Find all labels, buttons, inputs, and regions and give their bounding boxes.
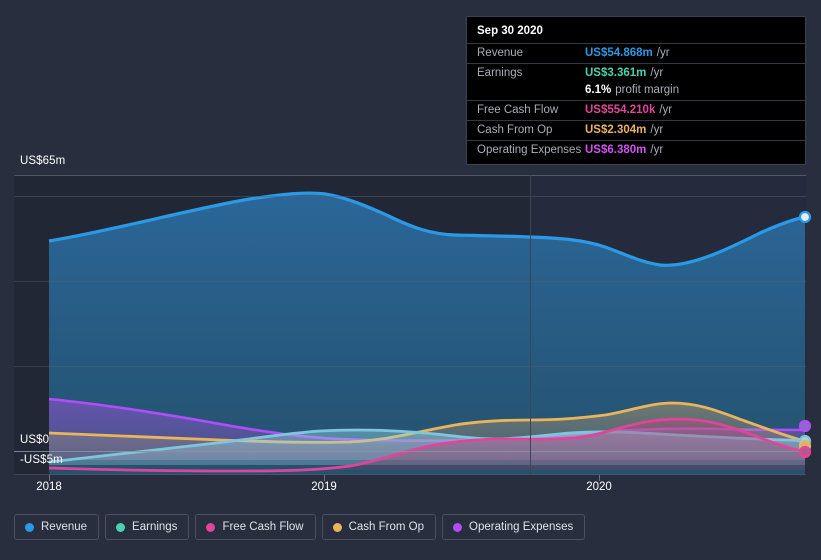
tooltip-row-cash-from-op: Cash From Op US$2.304m /yr	[467, 120, 805, 140]
tooltip-label-revenue: Revenue	[477, 47, 524, 59]
tooltip-value-revenue: US$54.868m	[585, 47, 653, 59]
tooltip-value-cash-from-op: US$2.304m	[585, 124, 647, 136]
tooltip-row-free-cash-flow: Free Cash Flow US$554.210k /yr	[467, 100, 805, 120]
legend-label-revenue: Revenue	[41, 521, 88, 533]
tooltip-label-cash-from-op: Cash From Op	[477, 124, 553, 136]
legend-dot-free-cash-flow-icon	[206, 522, 216, 532]
legend-item-free-cash-flow[interactable]: Free Cash Flow	[195, 514, 316, 540]
legend-item-cash-from-op[interactable]: Cash From Op	[321, 514, 437, 540]
legend-label-cash-from-op: Cash From Op	[348, 521, 425, 533]
tooltip-value-profit-margin: 6.1%	[585, 84, 612, 96]
tooltip-date: Sep 30 2020	[477, 25, 543, 37]
legend-item-revenue[interactable]: Revenue	[14, 514, 100, 540]
tooltip-unit-operating-expenses: /yr	[650, 144, 664, 156]
tooltip-unit-revenue: /yr	[656, 47, 670, 59]
y-axis-label-top: US$65m	[20, 155, 66, 167]
legend-label-operating-expenses: Operating Expenses	[469, 521, 574, 533]
tooltip-text-profit-margin: profit margin	[615, 84, 680, 96]
data-tooltip: Sep 30 2020 Revenue US$54.868m /yr Earni…	[466, 16, 806, 165]
legend-label-free-cash-flow: Free Cash Flow	[222, 521, 304, 533]
legend-label-earnings: Earnings	[132, 521, 178, 533]
chart-legend: Revenue Earnings Free Cash Flow Cash Fro…	[14, 514, 586, 540]
tooltip-unit-earnings: /yr	[650, 67, 664, 79]
legend-item-operating-expenses[interactable]: Operating Expenses	[442, 514, 586, 540]
tooltip-value-earnings: US$3.361m	[585, 67, 647, 79]
tooltip-label-operating-expenses: Operating Expenses	[477, 144, 582, 156]
tooltip-unit-free-cash-flow: /yr	[659, 104, 673, 116]
revenue-earnings-chart: US$65m US$0 -US$5m 2018 2019 2020 Sep 30…	[0, 0, 821, 560]
marker-free-cash-flow[interactable]	[798, 445, 812, 459]
legend-dot-cash-from-op-icon	[332, 522, 342, 532]
legend-dot-revenue-icon	[25, 522, 34, 532]
legend-dot-operating-expenses-icon	[453, 522, 463, 532]
tooltip-row-revenue: Revenue US$54.868m /yr	[467, 43, 805, 63]
tooltip-row-earnings: Earnings US$3.361m /yr	[467, 63, 805, 83]
tooltip-row-profit-margin: 6.1% profit margin	[467, 83, 805, 100]
marker-operating-expenses[interactable]	[798, 419, 812, 433]
legend-item-earnings[interactable]: Earnings	[105, 514, 190, 540]
y-axis-label-negative: -US$5m	[20, 454, 63, 466]
tooltip-value-free-cash-flow: US$554.210k	[585, 104, 656, 116]
tooltip-unit-cash-from-op: /yr	[650, 124, 664, 136]
y-axis-label-zero: US$0	[20, 434, 50, 446]
x-axis-label-2019: 2019	[311, 481, 337, 493]
tooltip-value-operating-expenses: US$6.380m	[585, 144, 647, 156]
marker-revenue[interactable]	[798, 210, 812, 224]
x-axis-label-2018: 2018	[36, 481, 62, 493]
tooltip-label-free-cash-flow: Free Cash Flow	[477, 104, 559, 116]
tooltip-row-operating-expenses: Operating Expenses US$6.380m /yr	[467, 140, 805, 160]
legend-dot-earnings-icon	[116, 522, 126, 532]
x-axis-label-2020: 2020	[586, 481, 612, 493]
tooltip-label-earnings: Earnings	[477, 67, 523, 79]
